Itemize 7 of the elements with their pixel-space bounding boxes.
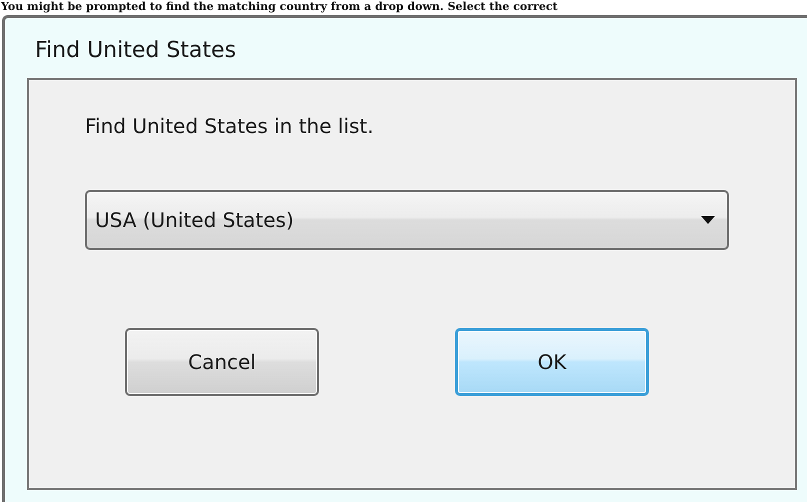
caret-icon <box>701 216 715 224</box>
country-dropdown[interactable]: USA (United States) <box>85 190 729 250</box>
cancel-button[interactable]: Cancel <box>125 328 319 396</box>
caption-text: You might be prompted to find the matching country from a drop down. Select the correct <box>0 0 559 13</box>
ok-button[interactable]: OK <box>455 328 649 396</box>
window-title: Find United States <box>34 37 238 65</box>
prompt-text: Find United States in the list. <box>85 114 375 138</box>
